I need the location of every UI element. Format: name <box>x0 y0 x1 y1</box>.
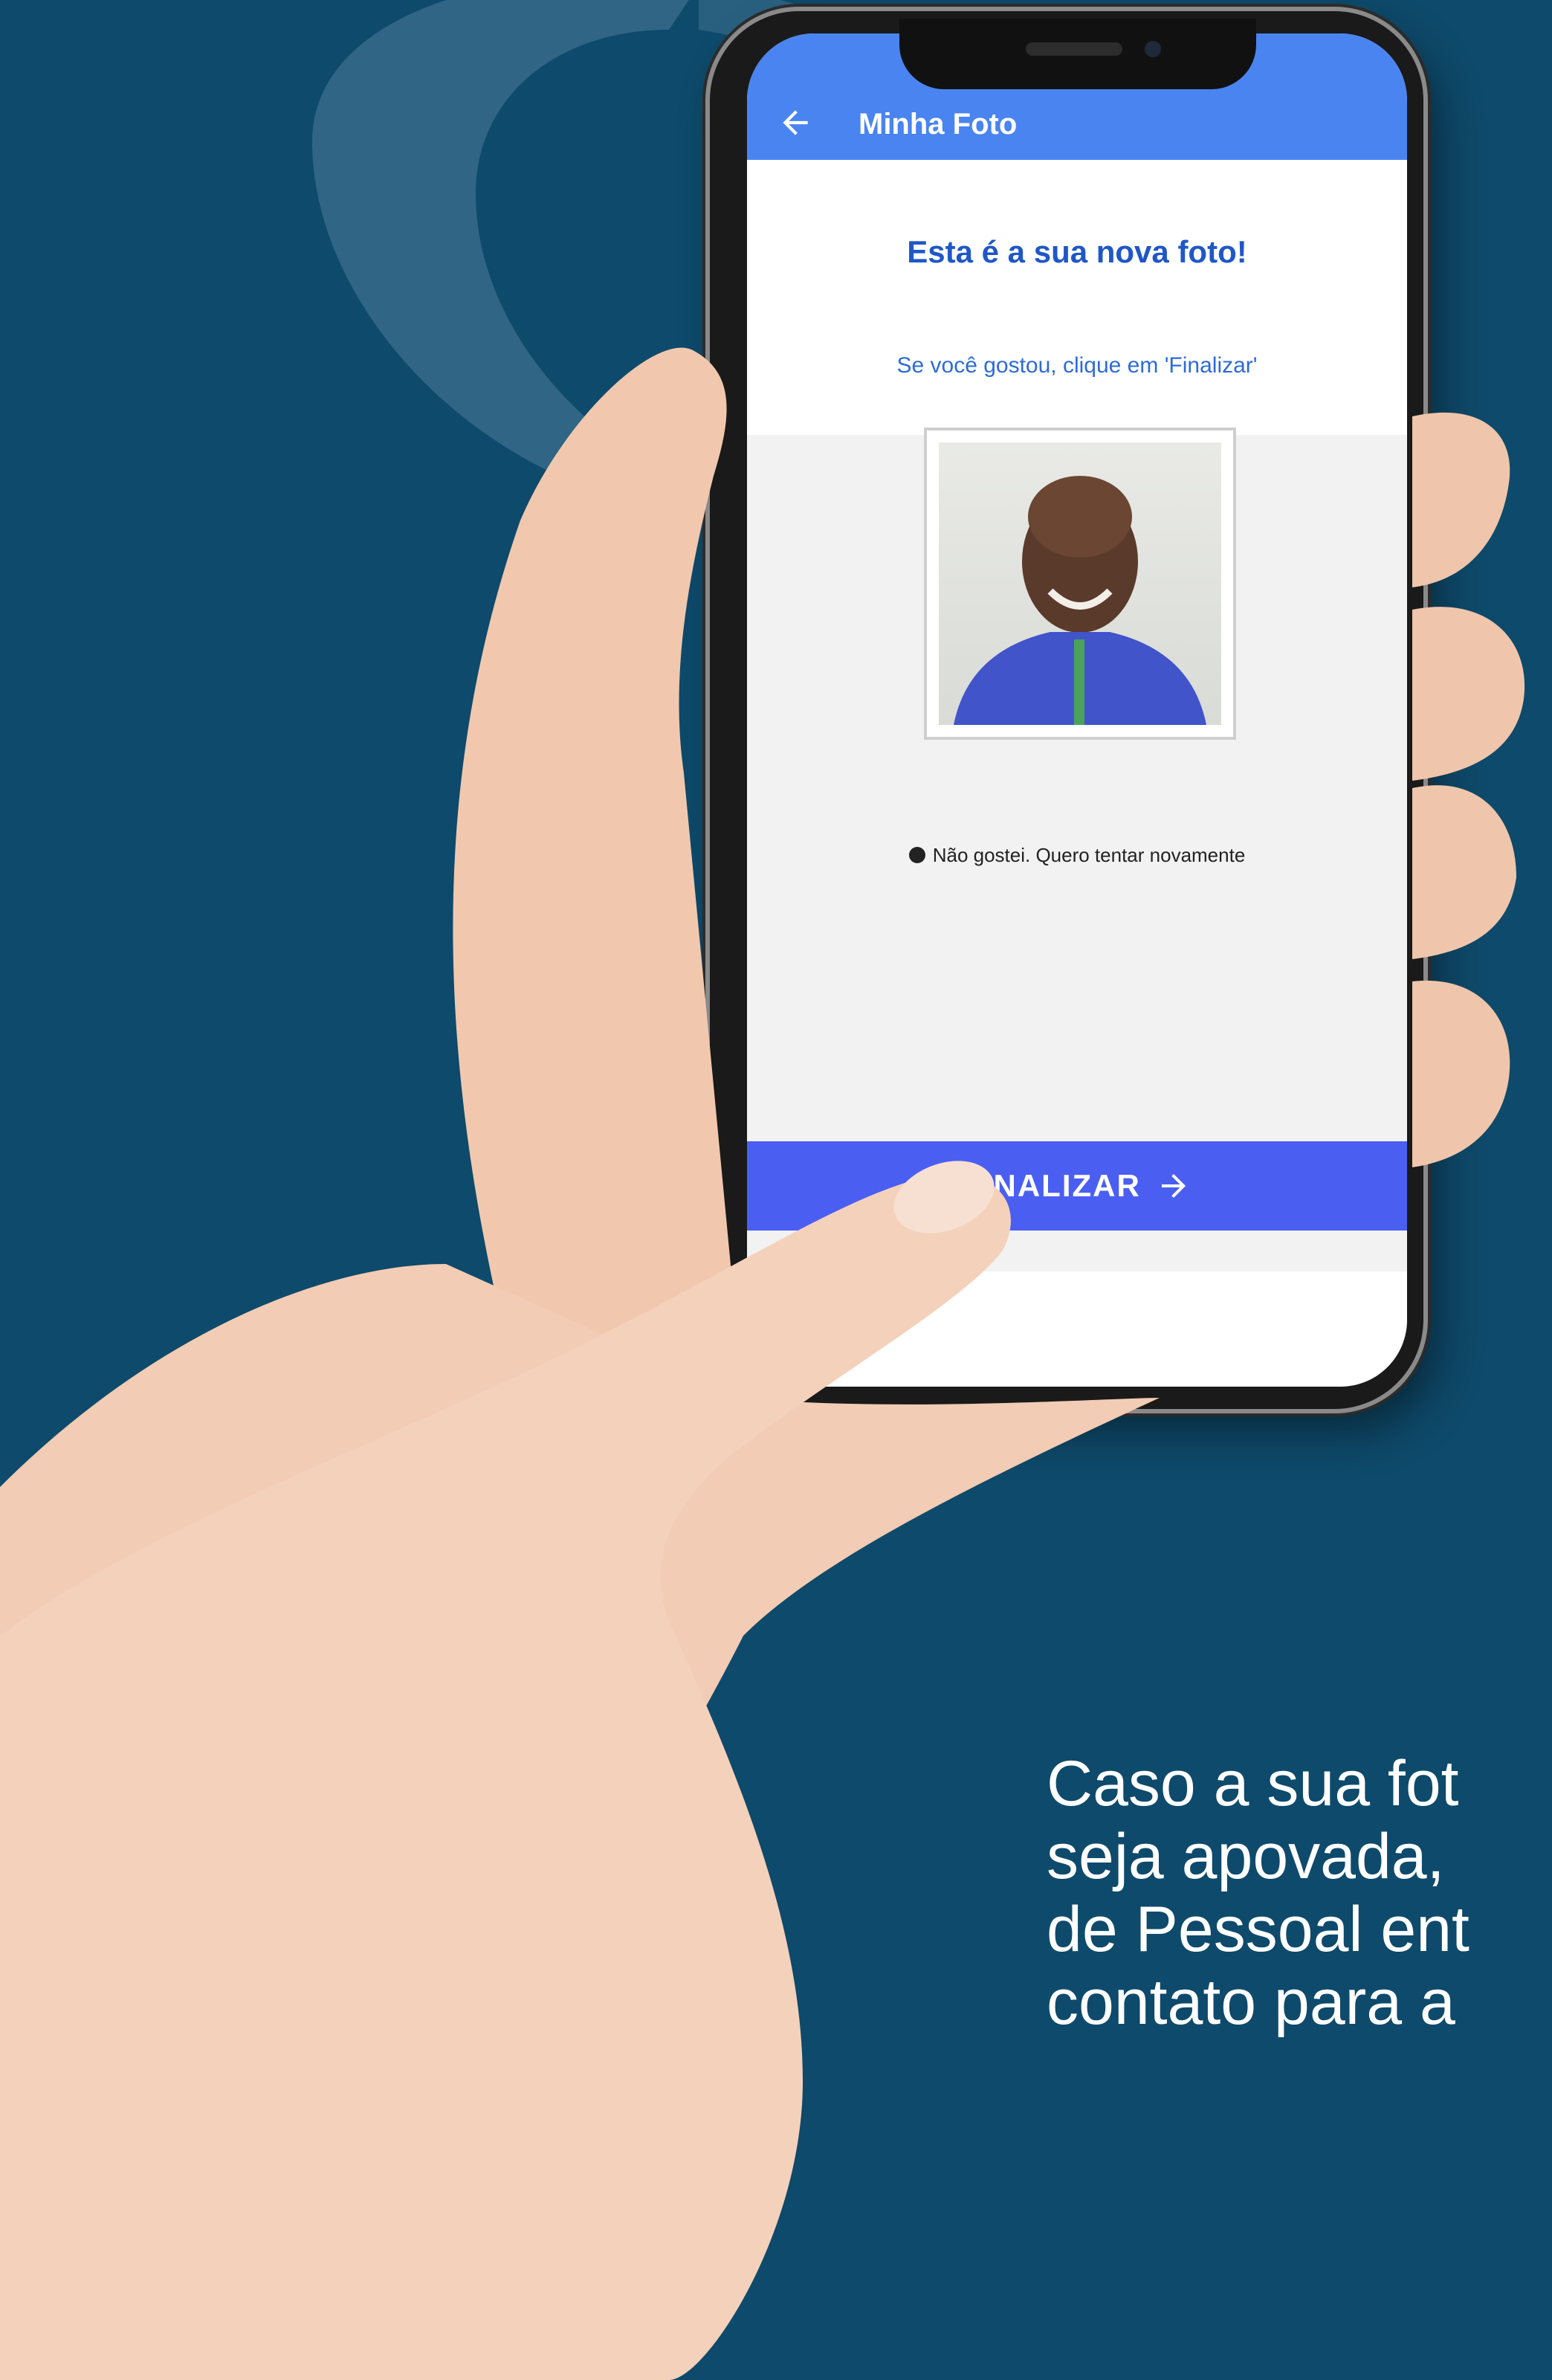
finalize-button[interactable]: FINALIZAR <box>747 1141 1407 1231</box>
bottom-area <box>747 1271 1407 1387</box>
headline-text: Esta é a sua nova foto! <box>907 234 1247 269</box>
front-camera <box>1145 41 1161 57</box>
phone-screen: Minha Foto Esta é a sua nova foto! Se vo… <box>747 33 1407 1387</box>
header-panel <box>747 160 1407 435</box>
speaker-grille <box>1026 42 1122 56</box>
arrow-right-icon <box>1161 1174 1186 1198</box>
instruction-text: Se você gostou, clique em 'Finalizar' <box>896 353 1258 378</box>
photo-preview <box>924 428 1236 740</box>
finalize-label: FINALIZAR <box>963 1168 1141 1203</box>
radio-icon <box>908 847 925 864</box>
caption-line: contato para a <box>1047 1967 1455 2038</box>
caption-text: Caso a sua fot seja apovada, de Pessoal … <box>1047 1747 1552 2039</box>
retry-label: Não gostei. Quero tentar novamente <box>932 844 1246 866</box>
profile-photo <box>939 442 1221 725</box>
person-portrait-icon <box>954 476 1206 725</box>
caption-line: seja apovada, <box>1047 1821 1445 1892</box>
caption-line: de Pessoal ent <box>1047 1894 1469 1965</box>
retry-option[interactable]: Não gostei. Quero tentar novamente <box>747 844 1407 867</box>
arrow-left-icon[interactable] <box>777 104 814 141</box>
caption-line: Caso a sua fot <box>1047 1748 1459 1819</box>
phone-notch <box>899 19 1256 89</box>
page-title: Minha Foto <box>859 108 1018 141</box>
